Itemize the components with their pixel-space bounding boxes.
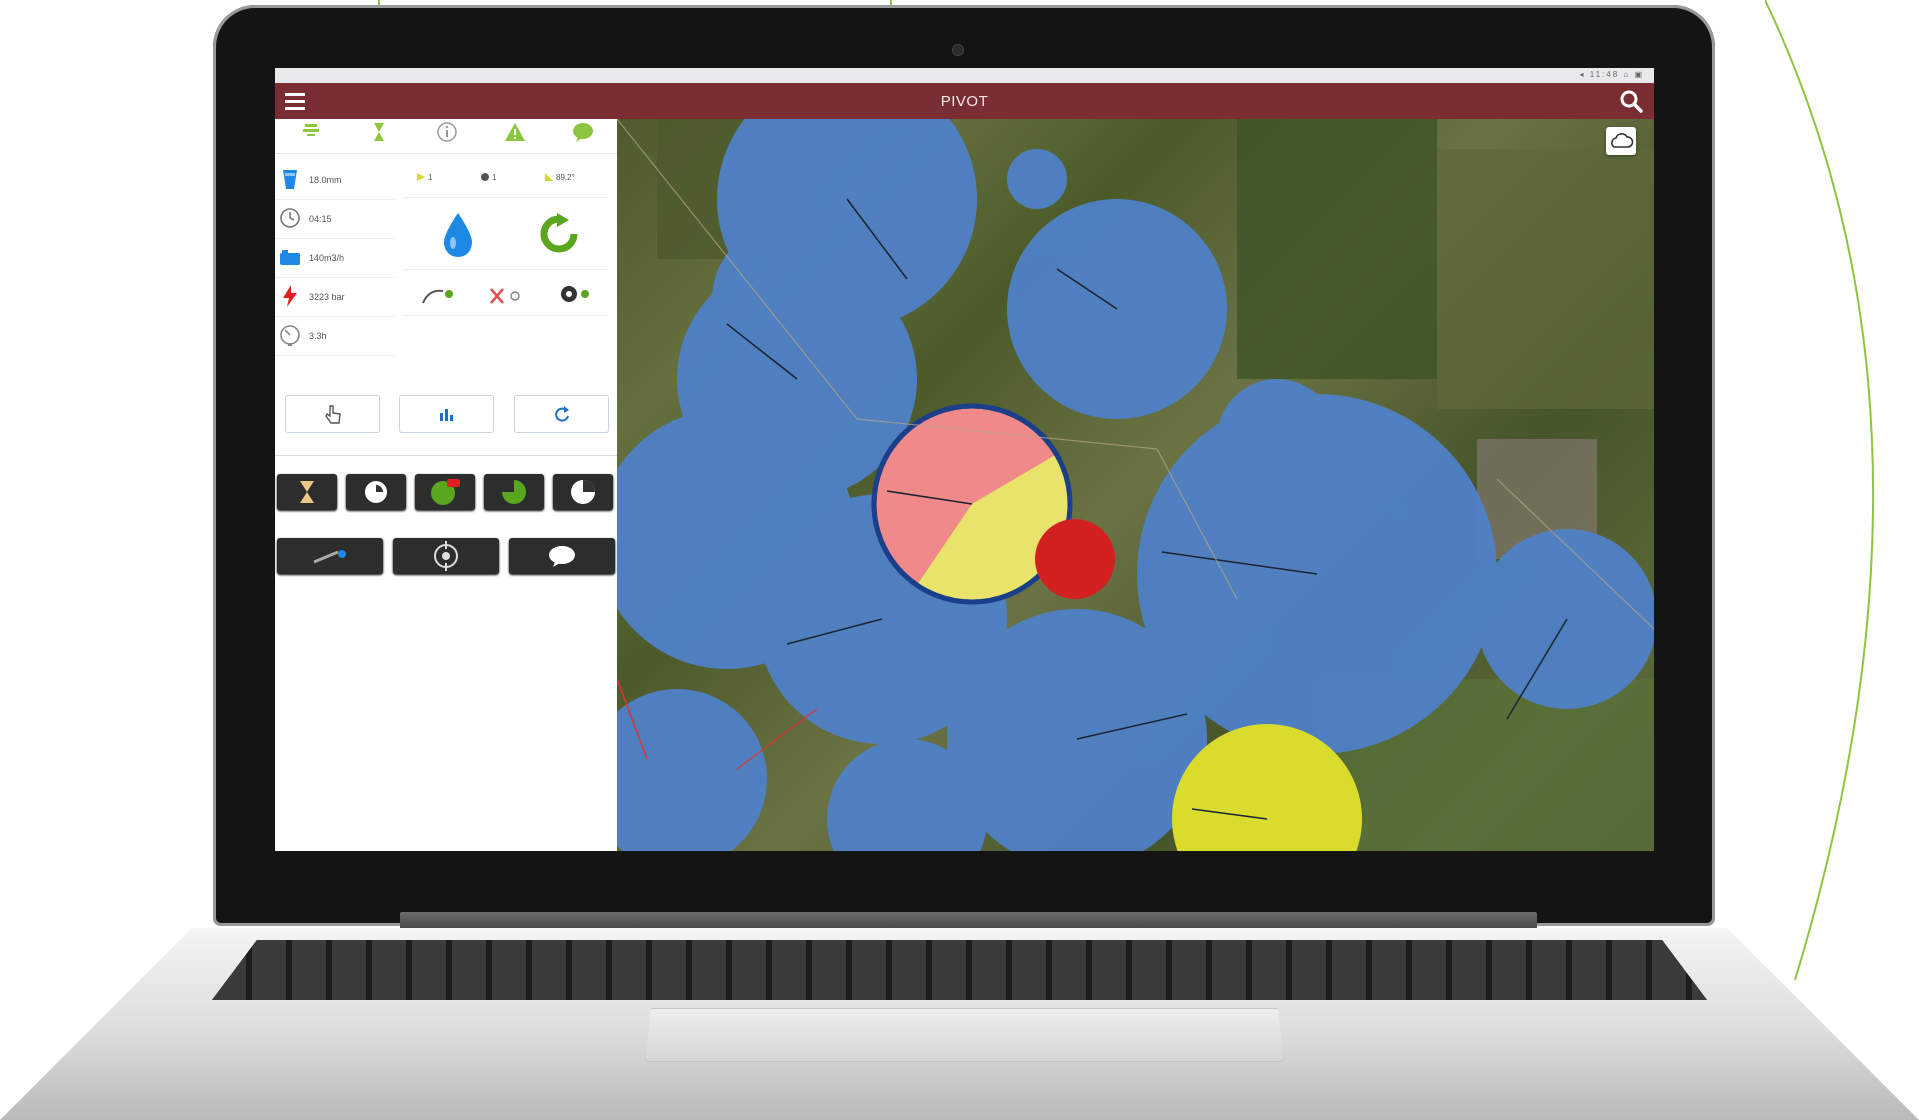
pivot-circle bbox=[617, 689, 767, 851]
tab-summary[interactable] bbox=[291, 121, 331, 151]
stat-value-clock: 04:15 bbox=[309, 214, 332, 224]
stat-row-clock: 04:15 bbox=[275, 200, 395, 239]
status-icons: ◂ 11:48 ⌂ ▣ bbox=[1579, 70, 1644, 79]
end-gun-icon bbox=[422, 289, 453, 304]
pivot-circle bbox=[712, 224, 862, 374]
decorative-arc bbox=[1765, 0, 1875, 980]
sms-button[interactable] bbox=[509, 538, 615, 574]
pivot-device-status bbox=[403, 275, 609, 316]
tab-timer[interactable] bbox=[359, 121, 399, 151]
mini-stat-arrow-value: 1 bbox=[428, 173, 433, 182]
mini-stat-pump: 1 bbox=[481, 173, 496, 182]
refresh-icon bbox=[554, 406, 569, 422]
panel-tabs bbox=[275, 119, 617, 154]
water-drop-icon[interactable] bbox=[441, 211, 475, 259]
stat-value-speed: 3.3h bbox=[309, 331, 327, 341]
hand-pointer-icon bbox=[324, 405, 341, 424]
stopwatch-icon bbox=[365, 481, 387, 503]
tab-alerts[interactable] bbox=[495, 121, 535, 151]
tab-info[interactable] bbox=[427, 121, 467, 151]
search-icon bbox=[1620, 90, 1643, 113]
manual-control-button[interactable] bbox=[285, 395, 380, 433]
arrow-icon bbox=[417, 173, 425, 181]
app-bar: PIVOT bbox=[275, 83, 1654, 119]
sector-program-button[interactable] bbox=[484, 474, 544, 510]
program-new-button[interactable] bbox=[415, 474, 475, 510]
hourglass-button[interactable] bbox=[277, 474, 337, 510]
tab-sms[interactable] bbox=[563, 121, 603, 151]
info-icon bbox=[437, 122, 457, 142]
rotation-forward-icon[interactable] bbox=[539, 213, 579, 255]
pivot-mini-stats: 1 1 89.2° bbox=[403, 161, 609, 198]
pivot-circle bbox=[1217, 379, 1337, 499]
timer-start-button[interactable] bbox=[346, 474, 406, 510]
chart-button[interactable] bbox=[399, 395, 494, 433]
warning-icon bbox=[505, 123, 525, 141]
stat-row-water-depth: 18.0mm bbox=[275, 161, 395, 200]
action-buttons bbox=[285, 395, 609, 435]
hourglass-icon bbox=[300, 481, 314, 503]
map-layer bbox=[617, 119, 1654, 851]
mini-stat-angle: 89.2° bbox=[545, 173, 575, 182]
pivot-alarm-circle bbox=[1035, 519, 1115, 599]
panel-divider bbox=[275, 455, 617, 456]
pivot-circle bbox=[1477, 529, 1654, 709]
speed-gauge-icon bbox=[280, 325, 300, 346]
hourglass-icon bbox=[374, 123, 384, 141]
system-status-bar: ◂ 11:48 ⌂ ▣ bbox=[275, 68, 1654, 83]
stat-row-power: 3223 bar bbox=[275, 278, 395, 317]
water-depth-icon bbox=[283, 170, 297, 189]
sector-pie-button[interactable] bbox=[553, 474, 613, 510]
pivot-machine-icon bbox=[313, 550, 346, 564]
trackpad bbox=[645, 1008, 1284, 1062]
pump-fault-icon bbox=[490, 288, 520, 304]
angle-icon bbox=[545, 173, 553, 181]
pie-icon bbox=[571, 480, 595, 504]
keyboard bbox=[212, 940, 1707, 1000]
sms-bubble-icon bbox=[549, 546, 575, 567]
webcam bbox=[952, 44, 964, 56]
app-screen: ◂ 11:48 ⌂ ▣ PIVOT 18.0mm 04:15 140m3/h 3… bbox=[275, 68, 1654, 851]
mini-stat-angle-value: 89.2° bbox=[556, 173, 575, 182]
stat-value-flow: 140m3/h bbox=[309, 253, 345, 263]
stat-row-speed: 3.3h bbox=[275, 317, 395, 356]
bar-chart-icon bbox=[439, 409, 453, 421]
app-title: PIVOT bbox=[940, 93, 989, 110]
refresh-button[interactable] bbox=[514, 395, 609, 433]
stat-row-flow: 140m3/h bbox=[275, 239, 395, 278]
pivot-circle bbox=[1007, 149, 1067, 209]
pivot-stats-list: 18.0mm 04:15 140m3/h 3223 bar 3.3h bbox=[275, 161, 395, 356]
pivot-big-status bbox=[403, 203, 609, 270]
gps-target-button[interactable] bbox=[393, 538, 499, 574]
pivot-detail-panel: 18.0mm 04:15 140m3/h 3223 bar 3.3h 1 1 8 bbox=[275, 119, 617, 851]
search-button[interactable] bbox=[1618, 88, 1644, 114]
program-new-icon bbox=[431, 479, 460, 505]
sector-icon bbox=[502, 480, 526, 504]
summary-icon bbox=[303, 124, 319, 136]
mini-stat-arrow: 1 bbox=[417, 173, 432, 182]
stat-value-water-depth: 18.0mm bbox=[309, 175, 342, 185]
fertigation-icon bbox=[561, 286, 589, 302]
mini-stat-pump-value: 1 bbox=[492, 173, 497, 182]
pivot-status-button[interactable] bbox=[277, 538, 383, 574]
pump-icon bbox=[481, 173, 489, 181]
program-buttons bbox=[277, 474, 615, 574]
clock-icon bbox=[280, 208, 300, 228]
power-icon bbox=[283, 285, 297, 307]
gps-target-icon bbox=[434, 541, 458, 571]
cloud-layer-button[interactable] bbox=[1606, 127, 1636, 155]
cloud-icon bbox=[1611, 133, 1634, 148]
flow-icon bbox=[280, 250, 300, 265]
sms-bubble-icon bbox=[573, 123, 593, 142]
stat-value-power: 3223 bar bbox=[309, 292, 345, 302]
satellite-map[interactable] bbox=[617, 119, 1654, 851]
